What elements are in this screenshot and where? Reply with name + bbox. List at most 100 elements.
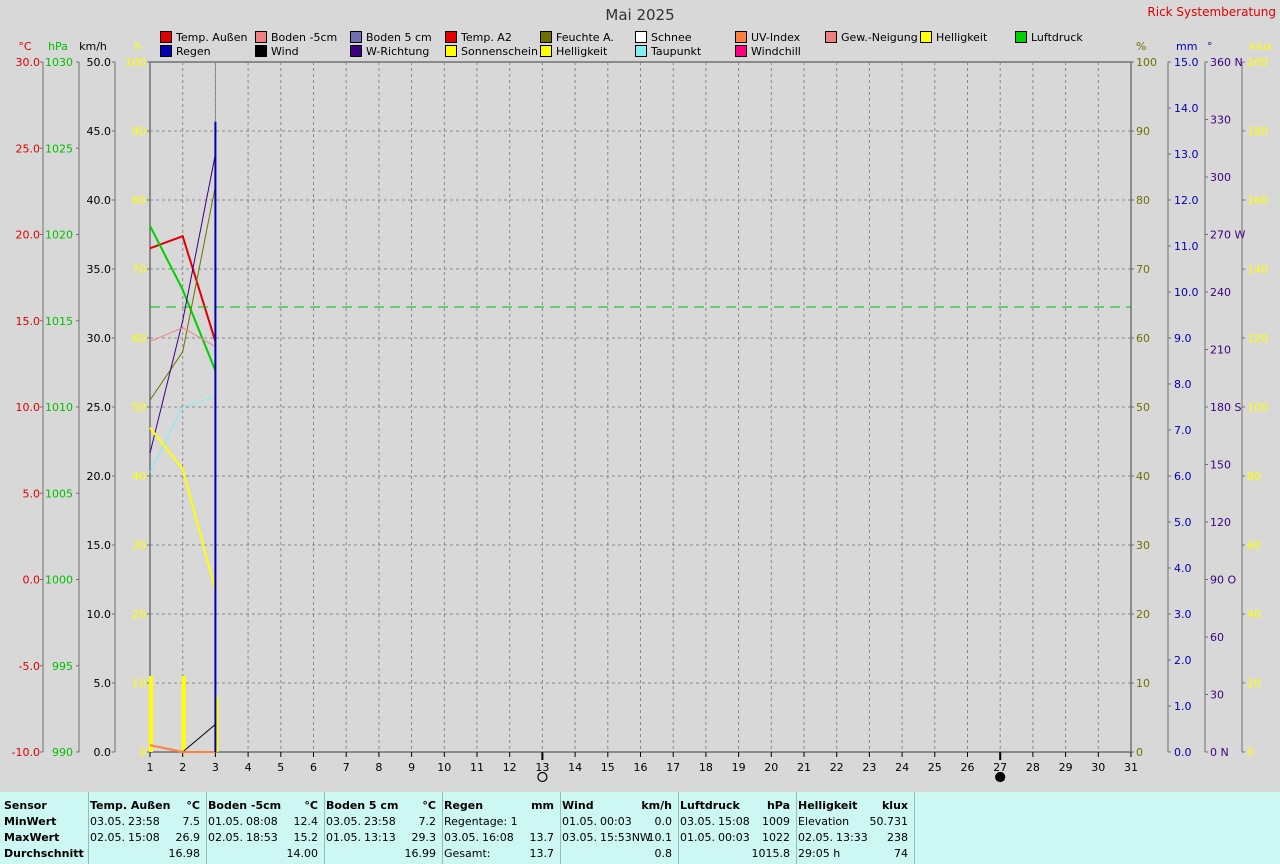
table-row: 16.99 bbox=[326, 846, 442, 862]
table-cell: 238 bbox=[887, 831, 908, 844]
temp-tick-label: 0.0 bbox=[23, 574, 41, 587]
table-cell: 00:03 bbox=[600, 815, 632, 828]
rain-tick-label: 7.0 bbox=[1174, 424, 1192, 437]
brightness-tick-label: 20 bbox=[1247, 677, 1261, 690]
legend-item: Gew.-Neigung bbox=[825, 31, 918, 44]
sunshine-bar bbox=[149, 676, 153, 752]
table-cell: 18:53 bbox=[246, 831, 278, 844]
table-cell: 50.731 bbox=[869, 815, 909, 828]
sunshine-bar bbox=[181, 676, 186, 752]
wind-tick-label: 45.0 bbox=[87, 125, 112, 138]
humidity-tick-label: 40 bbox=[1136, 470, 1150, 483]
table-row: 01.05. 13:13 29.3 bbox=[326, 830, 442, 846]
x-tick-label: 22 bbox=[830, 761, 844, 774]
rain-tick-label: 1.0 bbox=[1174, 700, 1192, 713]
rain-tick-label: 8.0 bbox=[1174, 378, 1192, 391]
table-cell: 12.4 bbox=[293, 815, 319, 828]
x-tick-label: 17 bbox=[666, 761, 680, 774]
table-row: Gesamt: 13.7 bbox=[444, 846, 560, 862]
wind-tick-label: 50.0 bbox=[87, 56, 112, 69]
table-row: 03.05. 23:58 7.2 bbox=[326, 814, 442, 830]
table-header: Luftdruck hPa bbox=[680, 798, 796, 814]
direction-tick-label: 30 bbox=[1210, 689, 1224, 702]
legend-label: Temp. A2 bbox=[461, 31, 512, 44]
legend-swatch bbox=[540, 45, 552, 57]
table-row: 02.05. 15:08 26.9 bbox=[90, 830, 206, 846]
pressure-tick-label: 1030 bbox=[45, 56, 73, 69]
brightness-tick-label: 180 bbox=[1247, 125, 1268, 138]
table-row: 0.8 bbox=[562, 846, 678, 862]
direction-tick-label: 300 bbox=[1210, 171, 1231, 184]
legend-item: Helligkeit bbox=[540, 45, 607, 58]
sun-tick-label: 0 bbox=[139, 746, 146, 759]
legend-label: Sonnenschein bbox=[461, 45, 538, 58]
direction-tick-label: 150 bbox=[1210, 459, 1231, 472]
pressure-tick-label: 1020 bbox=[45, 229, 73, 242]
table-cell: 26.9 bbox=[175, 831, 201, 844]
table-header: Regen mm bbox=[444, 798, 560, 814]
pressure-tick-label: 995 bbox=[52, 660, 73, 673]
temp-tick-label: 5.0 bbox=[23, 487, 41, 500]
pressure-tick-label: 1010 bbox=[45, 401, 73, 414]
x-tick-label: 2 bbox=[179, 761, 186, 774]
direction-tick-label: 240 bbox=[1210, 286, 1231, 299]
table-row: 29:05 h 74 bbox=[798, 846, 914, 862]
table-row-label: Durchschnitt bbox=[4, 847, 84, 860]
table-header: Temp. Außen °C bbox=[90, 798, 206, 814]
legend-label: Gew.-Neigung bbox=[841, 31, 918, 44]
table-row: 14.00 bbox=[208, 846, 324, 862]
legend-item: Taupunkt bbox=[635, 45, 701, 58]
table-row: Elevation 50.731 bbox=[798, 814, 914, 830]
table-cell: 00:03 bbox=[718, 831, 750, 844]
x-tick-label: 11 bbox=[470, 761, 484, 774]
table-row: 03.05. 15:08 1009 bbox=[680, 814, 796, 830]
legend-item: Schnee bbox=[635, 31, 692, 44]
table-header-unit: °C bbox=[422, 799, 436, 812]
rain-tick-label: 12.0 bbox=[1174, 194, 1199, 207]
table-header: Wind km/h bbox=[562, 798, 678, 814]
rain-tick-label: 9.0 bbox=[1174, 332, 1192, 345]
brand-label: Rick Systemberatung bbox=[1147, 5, 1276, 19]
table-cell: 16.99 bbox=[404, 847, 437, 860]
x-tick-label: 19 bbox=[732, 761, 746, 774]
sun-tick-label: 20 bbox=[132, 608, 146, 621]
table-cell: Gesamt: bbox=[444, 847, 491, 860]
table-cell: 03.05. bbox=[680, 815, 715, 828]
x-tick-label: 25 bbox=[928, 761, 942, 774]
legend-label: Schnee bbox=[651, 31, 692, 44]
table-cell: 7.2 bbox=[418, 815, 437, 828]
table-header-title: Sensor bbox=[4, 799, 47, 812]
wind-tick-label: 30.0 bbox=[87, 332, 112, 345]
rain-tick-label: 10.0 bbox=[1174, 286, 1199, 299]
table-header-title: Regen bbox=[444, 799, 484, 812]
direction-tick-label: 120 bbox=[1210, 516, 1231, 529]
direction-tick-label: 270 W bbox=[1210, 229, 1245, 242]
temp-tick-label: 25.0 bbox=[16, 142, 41, 155]
sun-tick-label: 50 bbox=[132, 401, 146, 414]
brightness-tick-label: 100 bbox=[1247, 401, 1268, 414]
humidity-tick-label: 80 bbox=[1136, 194, 1150, 207]
legend-item: Temp. A2 bbox=[445, 31, 512, 44]
humidity-tick-label: 30 bbox=[1136, 539, 1150, 552]
table-header-unit: klux bbox=[881, 799, 908, 812]
table-header-title: Helligkeit bbox=[798, 799, 858, 812]
table-column: Boden -5cm °C 01.05. 08:08 12.4 02.05. 18:53 15… bbox=[208, 792, 325, 864]
legend-swatch bbox=[635, 45, 647, 57]
table-cell: 15:08 bbox=[718, 815, 750, 828]
legend-swatch bbox=[160, 31, 172, 43]
brightness-tick-label: 140 bbox=[1247, 263, 1268, 276]
x-tick-label: 31 bbox=[1124, 761, 1138, 774]
rain-tick-label: 4.0 bbox=[1174, 562, 1192, 575]
x-tick-label: 23 bbox=[862, 761, 876, 774]
legend-swatch bbox=[540, 31, 552, 43]
rain-tick-label: 15.0 bbox=[1174, 56, 1199, 69]
legend-label: Luftdruck bbox=[1031, 31, 1083, 44]
table-row: Regentage: 1 bbox=[444, 814, 560, 830]
legend-item: Luftdruck bbox=[1015, 31, 1083, 44]
table-row-label: MaxWert bbox=[4, 831, 60, 844]
temp-tick-label: 15.0 bbox=[16, 315, 41, 328]
table-cell: 13.7 bbox=[529, 847, 555, 860]
legend-item: Boden 5 cm bbox=[350, 31, 432, 44]
sun-tick-label: 70 bbox=[132, 263, 146, 276]
direction-tick-label: 90 O bbox=[1210, 574, 1236, 587]
